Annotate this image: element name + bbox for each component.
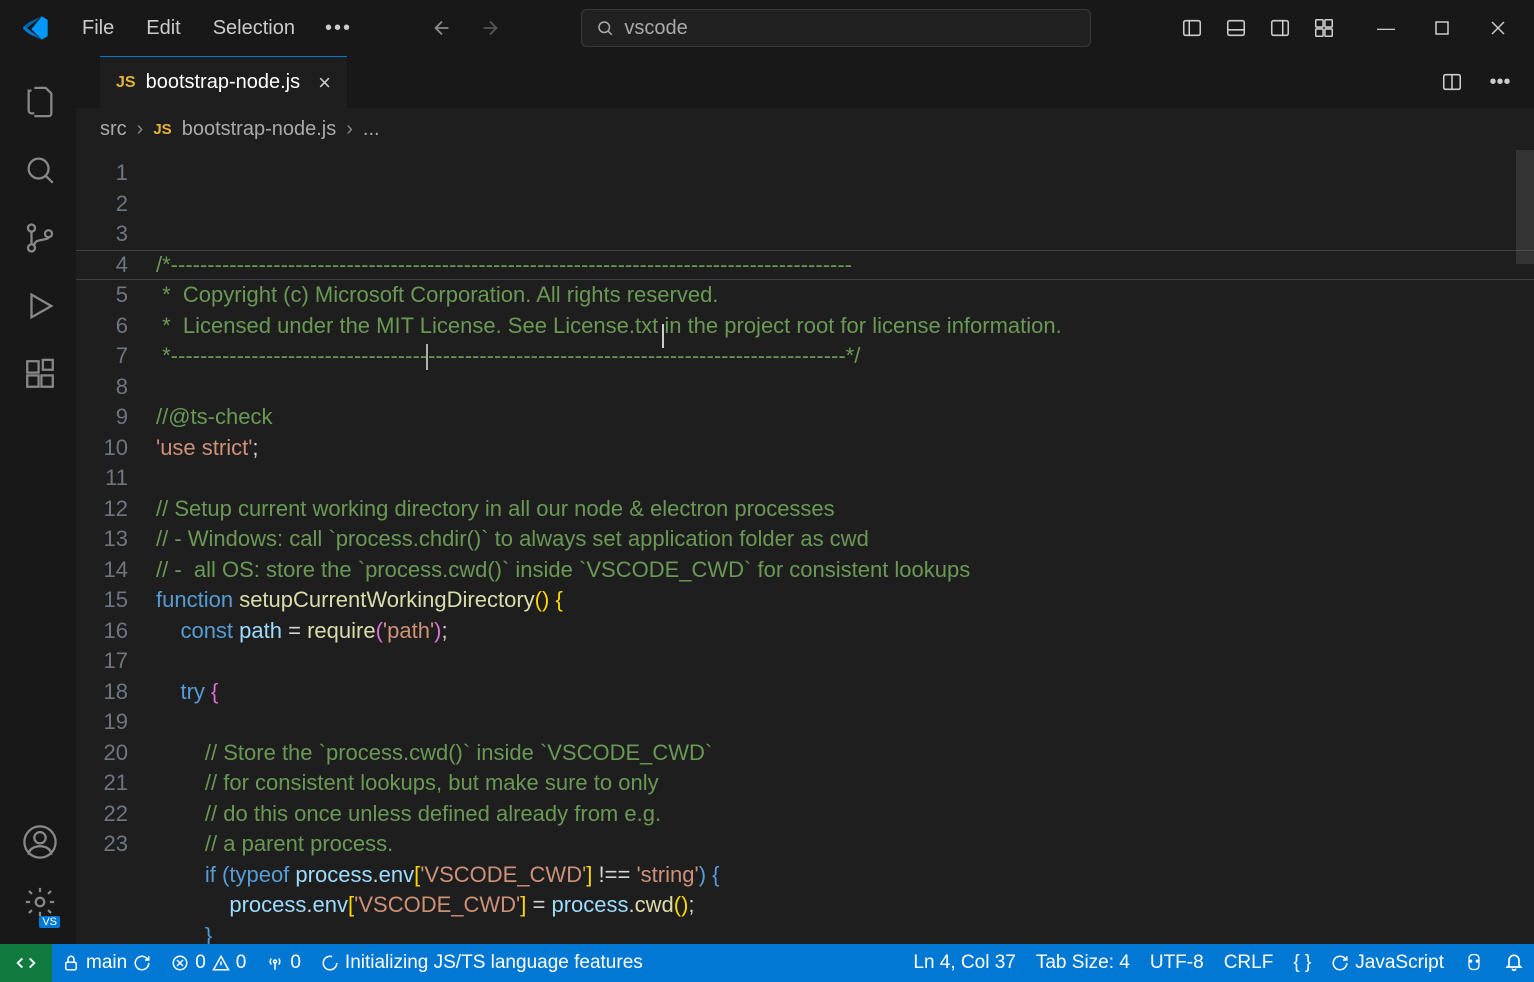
customize-layout-icon[interactable] bbox=[1306, 10, 1342, 46]
menu-edit[interactable]: Edit bbox=[134, 11, 192, 46]
more-actions-icon[interactable]: ••• bbox=[1482, 64, 1518, 100]
language-text: JavaScript bbox=[1355, 952, 1444, 974]
close-button[interactable] bbox=[1470, 8, 1526, 48]
ports-count: 0 bbox=[290, 952, 301, 974]
line-numbers: 1234567891011121314151617181920212223 bbox=[76, 150, 156, 944]
chevron-right-icon: › bbox=[137, 118, 144, 141]
menu-selection[interactable]: Selection bbox=[201, 11, 307, 46]
activity-bar: VS bbox=[0, 56, 76, 944]
ports[interactable]: 0 bbox=[256, 944, 311, 982]
loading-icon bbox=[321, 954, 339, 972]
chevron-right-icon: › bbox=[346, 118, 353, 141]
tab-size[interactable]: Tab Size: 4 bbox=[1026, 952, 1140, 974]
init-text: Initializing JS/TS language features bbox=[345, 952, 643, 974]
tabs-bar: JS bootstrap-node.js × ••• bbox=[76, 56, 1534, 108]
explorer-icon[interactable] bbox=[8, 72, 68, 132]
radio-tower-icon bbox=[266, 954, 284, 972]
nav-back-icon[interactable] bbox=[422, 8, 462, 48]
encoding[interactable]: UTF-8 bbox=[1140, 952, 1214, 974]
menu-overflow[interactable]: ••• bbox=[315, 11, 362, 46]
toggle-secondary-sidebar-icon[interactable] bbox=[1262, 10, 1298, 46]
tab-bootstrap-node[interactable]: JS bootstrap-node.js × bbox=[100, 56, 347, 108]
search-icon bbox=[596, 19, 614, 37]
command-center[interactable]: vscode bbox=[581, 9, 1091, 47]
menu-bar: File Edit Selection ••• bbox=[70, 11, 362, 46]
split-editor-icon[interactable] bbox=[1434, 64, 1470, 100]
menu-file[interactable]: File bbox=[70, 11, 126, 46]
language-mode[interactable]: JavaScript bbox=[1321, 952, 1454, 974]
git-branch[interactable]: main bbox=[52, 944, 161, 982]
vscode-logo-icon bbox=[20, 12, 52, 44]
copilot-icon[interactable] bbox=[1454, 952, 1494, 972]
error-icon bbox=[171, 954, 189, 972]
search-activity-icon[interactable] bbox=[8, 140, 68, 200]
breadcrumb-file[interactable]: bootstrap-node.js bbox=[182, 118, 337, 141]
settings-gear-icon[interactable]: VS bbox=[8, 872, 68, 932]
title-bar: File Edit Selection ••• vscode — bbox=[0, 0, 1534, 56]
lock-icon bbox=[62, 954, 80, 972]
problems[interactable]: 0 0 bbox=[161, 944, 256, 982]
breadcrumb-folder[interactable]: src bbox=[100, 118, 127, 141]
toggle-panel-icon[interactable] bbox=[1218, 10, 1254, 46]
source-control-icon[interactable] bbox=[8, 208, 68, 268]
sync-icon[interactable] bbox=[133, 954, 151, 972]
extensions-icon[interactable] bbox=[8, 344, 68, 404]
editor[interactable]: 1234567891011121314151617181920212223 /*… bbox=[76, 150, 1534, 944]
accounts-icon[interactable] bbox=[8, 812, 68, 872]
settings-badge: VS bbox=[39, 916, 60, 928]
notifications-icon[interactable] bbox=[1494, 952, 1534, 972]
breadcrumb-suffix: ... bbox=[363, 118, 380, 141]
minimize-button[interactable]: — bbox=[1358, 8, 1414, 48]
code-content[interactable]: /*--------------------------------------… bbox=[156, 150, 1534, 944]
breadcrumb[interactable]: src › JS bootstrap-node.js › ... bbox=[76, 108, 1534, 150]
tab-close-icon[interactable]: × bbox=[318, 70, 331, 96]
tab-filename: bootstrap-node.js bbox=[146, 71, 301, 94]
cursor-position[interactable]: Ln 4, Col 37 bbox=[903, 952, 1025, 974]
maximize-button[interactable] bbox=[1414, 8, 1470, 48]
run-debug-icon[interactable] bbox=[8, 276, 68, 336]
eol[interactable]: CRLF bbox=[1214, 952, 1284, 974]
scrollbar[interactable] bbox=[1516, 150, 1534, 264]
toggle-sidebar-icon[interactable] bbox=[1174, 10, 1210, 46]
status-bar: main 0 0 0 Initializing JS/TS language f… bbox=[0, 944, 1534, 982]
js-file-icon: JS bbox=[116, 74, 136, 92]
text-cursor-icon bbox=[662, 324, 664, 348]
error-count: 0 bbox=[195, 952, 206, 974]
search-text: vscode bbox=[624, 17, 687, 40]
js-file-icon: JS bbox=[153, 121, 171, 138]
language-init[interactable]: Initializing JS/TS language features bbox=[311, 944, 653, 982]
language-mode-braces[interactable]: { } bbox=[1283, 952, 1321, 974]
remote-indicator[interactable] bbox=[0, 944, 52, 982]
nav-forward-icon[interactable] bbox=[470, 8, 510, 48]
warning-count: 0 bbox=[236, 952, 247, 974]
warning-icon bbox=[212, 954, 230, 972]
branch-name: main bbox=[86, 952, 127, 974]
sync-icon bbox=[1331, 954, 1349, 972]
